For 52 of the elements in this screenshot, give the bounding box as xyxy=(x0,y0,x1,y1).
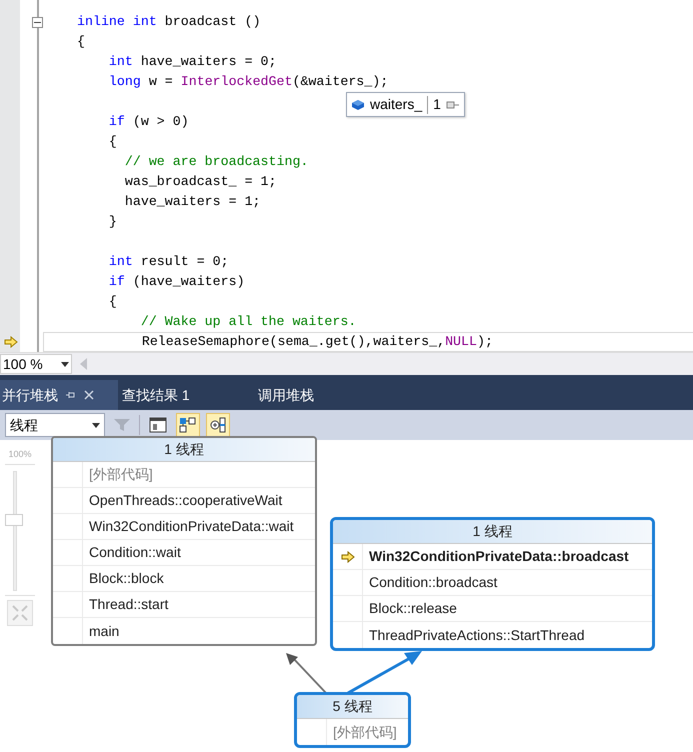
stack-frame-text[interactable]: Thread::start xyxy=(83,594,168,615)
current-arrow-icon xyxy=(4,336,18,348)
code-line: was_broadcast_ = 1; xyxy=(124,173,276,192)
zoom-percent-label: 100% xyxy=(8,448,32,461)
stack-frame-text[interactable]: Win32ConditionPrivateData::wait xyxy=(83,516,294,537)
code-line: { xyxy=(76,33,85,52)
zoom-toggle-button[interactable] xyxy=(206,413,230,437)
code-line: if (w > 0) xyxy=(108,113,189,132)
stack-frame-text[interactable]: Block::block xyxy=(83,568,164,589)
code-line: int result = 0; xyxy=(108,253,229,272)
datatip-name: waiters_ xyxy=(370,95,422,114)
stack-header: 5 线程 xyxy=(297,695,408,719)
pin-icon[interactable] xyxy=(446,100,460,110)
close-icon[interactable] xyxy=(84,390,94,400)
code-line: have_waiters = 1; xyxy=(124,193,261,212)
code-line: int have_waiters = 0; xyxy=(108,53,276,72)
code-comment: // we are broadcasting. xyxy=(124,153,308,172)
tree-toggle-button[interactable] xyxy=(176,413,200,437)
stack-frame-text[interactable]: Condition::wait xyxy=(83,542,181,563)
code-line: ReleaseSemaphore(sema_.get(),waiters_,NULL); xyxy=(140,333,493,352)
code-line: if (have_waiters) xyxy=(108,273,245,292)
code-line: inline int broadcast () xyxy=(76,13,261,32)
datatip-value: 1 xyxy=(433,95,441,114)
stack-header: 1 线程 xyxy=(333,520,652,544)
stack-header: 1 线程 xyxy=(53,438,315,462)
stack-frame-text[interactable]: OpenThreads::cooperativeWait xyxy=(83,490,282,511)
panel-tab[interactable]: 查找结果 1 xyxy=(118,380,256,410)
stack-frame-text[interactable]: main xyxy=(83,620,120,642)
connector-arrow xyxy=(284,653,328,694)
code-line: } xyxy=(108,213,117,232)
caret-icon xyxy=(61,362,69,366)
current-arrow-icon xyxy=(340,550,354,562)
stack-frame-text[interactable]: Win32ConditionPrivateData::broadcast xyxy=(363,546,629,567)
view-dropdown[interactable]: 线程 xyxy=(5,413,105,437)
panel-tab[interactable]: 并行堆栈 xyxy=(0,380,118,410)
caret-icon xyxy=(92,422,100,428)
panel-tab[interactable]: 调用堆栈 xyxy=(256,380,316,410)
variable-icon xyxy=(351,98,365,110)
pin-icon[interactable] xyxy=(66,390,76,400)
code-comment: // Wake up all the waiters. xyxy=(140,313,356,332)
zoom-slider-thumb[interactable] xyxy=(5,514,23,526)
code-line: { xyxy=(108,133,117,152)
stack-frame-text[interactable]: Condition::broadcast xyxy=(363,572,498,593)
stack-frame-text[interactable]: [外部代码] xyxy=(83,464,153,485)
code-line: { xyxy=(108,293,117,312)
stack-frame-text[interactable]: ThreadPrivateActions::StartThread xyxy=(363,624,585,646)
stack-frame-text[interactable]: [外部代码] xyxy=(327,722,397,742)
stack-frame-text[interactable]: Block::release xyxy=(363,598,457,619)
collapse-icon[interactable] xyxy=(32,17,43,28)
datatip[interactable]: waiters_ 1 xyxy=(346,92,465,117)
code-line: long w = InterlockedGet(&waiters_); xyxy=(108,73,388,92)
zoom-dropdown[interactable]: 100 % xyxy=(0,354,72,374)
